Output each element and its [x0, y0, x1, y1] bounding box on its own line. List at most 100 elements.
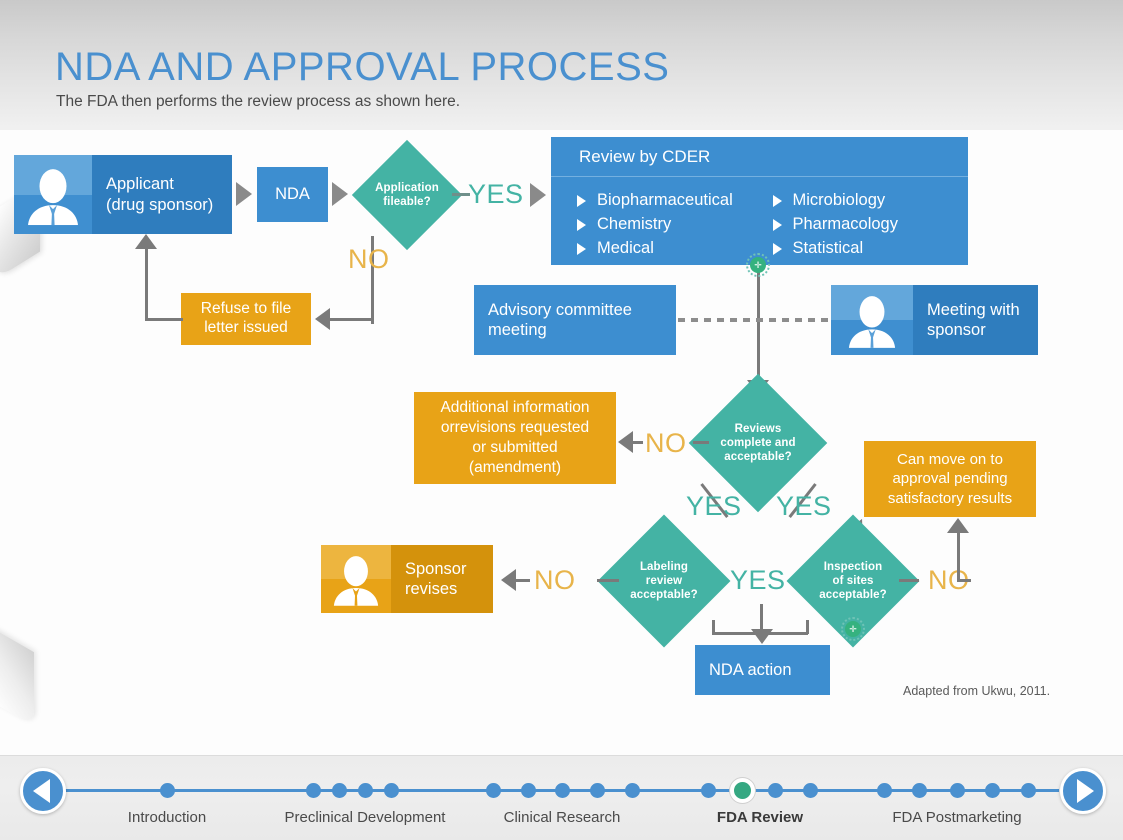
person-icon	[14, 155, 92, 234]
nav-dot[interactable]	[160, 783, 175, 798]
meeting-with-sponsor-label: Meeting with sponsor	[927, 300, 1020, 339]
label-yes-right: YES	[776, 491, 832, 521]
refuse-to-file-label: Refuse to file letter issued	[200, 300, 292, 336]
nav-dot[interactable]	[625, 783, 640, 798]
nav-dot-current[interactable]	[730, 778, 755, 803]
node-refuse-to-file[interactable]: Refuse to file letter issued	[181, 293, 311, 345]
label-no-reviews: NO	[645, 428, 687, 458]
arrow-nda-to-decision	[332, 182, 348, 206]
slide-root: NDA AND APPROVAL PROCESS The FDA then pe…	[0, 0, 1123, 840]
nav-dot[interactable]	[521, 783, 536, 798]
attribution-text: Adapted from Ukwu, 2011.	[903, 684, 1051, 698]
person-icon-glyph	[848, 296, 896, 348]
arrow-to-nda-action	[751, 629, 773, 644]
page-subtitle: The FDA then performs the review process…	[56, 93, 461, 110]
label-yes-left: YES	[686, 491, 742, 521]
nav-section-label-introduction[interactable]: Introduction	[128, 809, 206, 826]
nav-dot[interactable]	[486, 783, 501, 798]
arrow-yes-to-cder	[530, 183, 546, 207]
arrow-no-to-additional-info	[618, 431, 633, 453]
arrow-no-to-can-move-on	[947, 518, 969, 533]
nav-dot[interactable]	[768, 783, 783, 798]
person-icon	[321, 545, 391, 613]
meeting-text-panel: Meeting with sponsor	[913, 285, 1038, 355]
nav-section-label-clinical-research[interactable]: Clinical Research	[504, 809, 621, 826]
nav-dot[interactable]	[332, 783, 347, 798]
can-move-on-label: Can move on to approval pending satisfac…	[887, 450, 1013, 507]
applicant-text-panel: Applicant (drug sponsor)	[92, 155, 232, 234]
line-reviews-no	[693, 441, 709, 444]
line-inspection-no-up	[957, 533, 960, 581]
cder-item[interactable]: Medical	[577, 239, 773, 258]
sponsor-revises-label: Sponsor revises	[405, 559, 467, 598]
node-applicant[interactable]: Applicant (drug sponsor)	[14, 155, 232, 234]
next-button[interactable]	[1060, 768, 1106, 814]
cder-item[interactable]: Pharmacology	[772, 215, 969, 234]
arrow-applicant-to-nda	[236, 182, 252, 206]
cder-header: Review by CDER	[551, 137, 968, 177]
person-icon-glyph	[28, 168, 78, 225]
dashed-connector-advisory-meeting	[678, 318, 830, 322]
triangle-bullet-icon	[772, 194, 782, 207]
nav-dot[interactable]	[555, 783, 570, 798]
cder-item[interactable]: Statistical	[772, 239, 969, 258]
chevron-left-icon	[33, 779, 50, 803]
applicant-label: Applicant (drug sponsor)	[106, 175, 214, 214]
line-no-to-additional	[633, 441, 643, 444]
label-no-top: NO	[348, 244, 390, 274]
nav-dot[interactable]	[1021, 783, 1036, 798]
nav-dot[interactable]	[950, 783, 965, 798]
node-additional-information[interactable]: Additional information orrevisions reque…	[414, 392, 616, 484]
node-nda[interactable]: NDA	[257, 167, 328, 222]
cder-item[interactable]: Biopharmaceutical	[577, 191, 773, 210]
cder-item[interactable]: Microbiology	[772, 191, 969, 210]
person-icon-glyph	[333, 556, 379, 606]
cder-item[interactable]: Chemistry	[577, 215, 773, 234]
decision-application-fileable[interactable]: Application fileable?	[351, 139, 463, 251]
marker-core: ✛	[845, 621, 861, 637]
line-labeling-no	[597, 579, 619, 582]
node-meeting-with-sponsor[interactable]: Meeting with sponsor	[831, 285, 1038, 355]
triangle-bullet-icon	[577, 242, 586, 255]
label-no-labeling: NO	[534, 565, 576, 595]
nav-section-label-fda-postmarketing[interactable]: FDA Postmarketing	[892, 809, 1021, 826]
decision-inspection-of-sites-label: Inspection of sites acceptable?	[819, 560, 887, 601]
decision-application-fileable-label: Application fileable?	[375, 181, 439, 208]
nav-dot[interactable]	[384, 783, 399, 798]
line-cder-spine	[757, 266, 760, 381]
node-advisory-committee[interactable]: Advisory committee meeting	[474, 285, 676, 355]
triangle-bullet-icon	[772, 218, 782, 231]
decision-reviews-complete[interactable]: Reviews complete and acceptable?	[688, 373, 828, 513]
marker-cder-hotspot[interactable]: ✛	[746, 253, 770, 277]
node-can-move-on[interactable]: Can move on to approval pending satisfac…	[864, 441, 1036, 517]
line-refuse-up	[145, 249, 148, 319]
additional-information-label: Additional information orrevisions reque…	[440, 398, 590, 477]
prev-button[interactable]	[20, 768, 66, 814]
nav-section-label-preclinical-development[interactable]: Preclinical Development	[285, 809, 446, 826]
nda-action-label: NDA action	[709, 660, 792, 679]
nav-section-label-fda-review[interactable]: FDA Review	[717, 809, 803, 826]
decision-inspection-of-sites[interactable]: Inspection of sites acceptable?	[786, 514, 920, 648]
node-nda-action[interactable]: NDA action	[695, 645, 830, 695]
nav-dot[interactable]	[358, 783, 373, 798]
nav-dot[interactable]	[877, 783, 892, 798]
sponsor-text-panel: Sponsor revises	[391, 545, 493, 613]
node-sponsor-revises[interactable]: Sponsor revises	[321, 545, 493, 613]
nav-dot[interactable]	[306, 783, 321, 798]
panel-review-by-cder[interactable]: Review by CDER Biopharmaceutical Chemist…	[551, 137, 968, 265]
person-icon	[831, 285, 913, 355]
nav-dot[interactable]	[590, 783, 605, 798]
cder-column-left: Biopharmaceutical Chemistry Medical	[577, 189, 773, 263]
nav-dot[interactable]	[803, 783, 818, 798]
nav-dot[interactable]	[912, 783, 927, 798]
arrow-no-to-sponsor-revises	[501, 569, 516, 591]
triangle-bullet-icon	[577, 194, 586, 207]
line-no-to-refuse	[330, 318, 373, 321]
nav-dot[interactable]	[985, 783, 1000, 798]
advisory-committee-label: Advisory committee meeting	[488, 300, 632, 339]
nav-dot[interactable]	[701, 783, 716, 798]
arrow-no-to-refuse	[315, 308, 330, 330]
label-yes-top: YES	[468, 179, 524, 209]
decision-labeling-review[interactable]: Labeling review acceptable?	[597, 514, 731, 648]
decision-labeling-review-label: Labeling review acceptable?	[630, 560, 698, 601]
